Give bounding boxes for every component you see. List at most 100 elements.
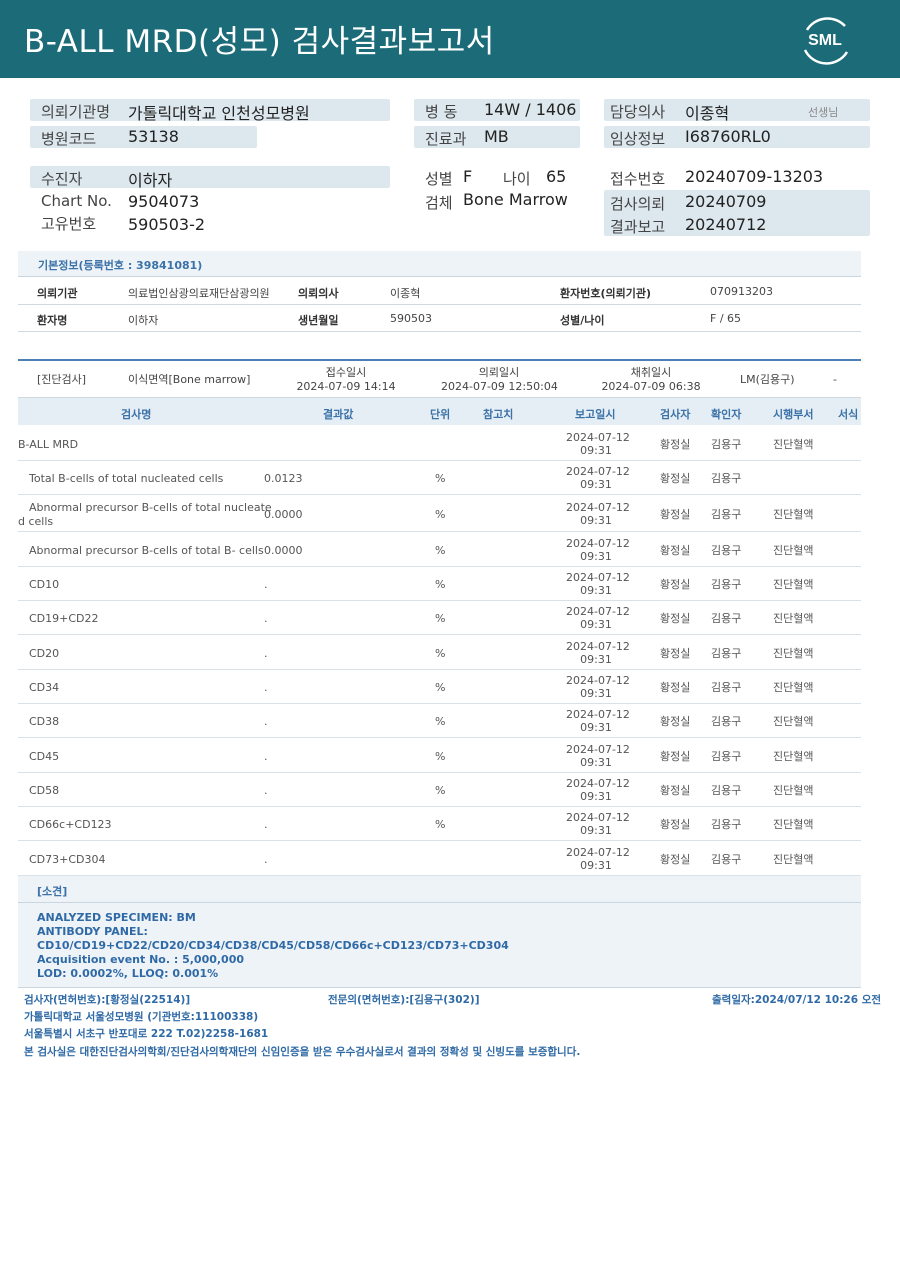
- age-value: 65: [546, 167, 567, 186]
- report-time: 09:31: [580, 549, 612, 563]
- result-value: 20240712: [685, 215, 767, 234]
- unit: %: [435, 681, 446, 694]
- tester: 황정실: [660, 578, 691, 591]
- conclusion-title: [소견]: [37, 885, 68, 898]
- result-value: .: [264, 749, 268, 763]
- col-dept: 시행부서: [773, 408, 814, 421]
- req-inst-label: 의뢰기관명: [41, 103, 111, 121]
- exam-receipt-label: 접수일시: [325, 366, 367, 379]
- ward-label: 병 동: [425, 103, 458, 121]
- patient-label: 수진자: [41, 170, 83, 188]
- basic-inst-value: 의료법인삼광의료재단삼광의원: [128, 287, 270, 300]
- report-time: 09:31: [580, 443, 612, 457]
- report-date: 2024-07-12: [566, 845, 630, 859]
- basic-doc-value: 이종혁: [390, 287, 421, 300]
- conclusion-line: LOD: 0.0002%, LLOQ: 0.001%: [37, 967, 219, 980]
- exam-request: 의뢰일시 2024-07-09 12:50:04: [441, 366, 558, 394]
- report-date: 2024-07-12: [566, 465, 630, 478]
- col-tester: 검사자: [660, 408, 691, 421]
- unit: %: [435, 472, 446, 485]
- report-time: 09:31: [580, 790, 612, 803]
- tester: 황정실: [660, 507, 691, 521]
- footer-address: 서울특별시 서초구 반포대로 222 T.02)2258-1681: [24, 1028, 269, 1040]
- exam-request-label: 의뢰일시: [478, 366, 520, 379]
- col-checker: 확인자: [711, 408, 742, 421]
- result-value: .: [264, 784, 268, 797]
- col-form: 서식: [838, 408, 859, 421]
- basic-birth-label: 생년월일: [298, 314, 339, 327]
- unit: %: [435, 646, 446, 660]
- request-label: 검사의뢰: [610, 195, 666, 213]
- exam-top-rule: [18, 359, 861, 361]
- basic-pno-value: 070913203: [710, 285, 773, 298]
- report-date: 2024-07-12: [566, 500, 630, 514]
- test-name: CD73+CD304: [29, 852, 106, 866]
- report-date: 2024-07-12: [566, 811, 630, 824]
- checker: 김용구: [711, 507, 742, 521]
- test-name: Abnormal precursor B-cells of total B- c…: [29, 543, 264, 557]
- ward-value: 14W / 1406: [484, 100, 577, 119]
- footer-specialist: 전문의(면허번호):[김용구(302)]: [328, 994, 480, 1006]
- test-name: CD66c+CD123: [29, 818, 112, 831]
- patient-pill: [30, 166, 390, 188]
- basic-sexage-label: 성별/나이: [560, 314, 605, 327]
- sex-label: 성별: [425, 170, 453, 188]
- test-name: B-ALL MRD: [18, 437, 79, 451]
- footer-tester: 검사자(면허번호):[황정실(22514)]: [24, 994, 191, 1006]
- unit: %: [435, 784, 446, 797]
- dept-value: MB: [484, 127, 509, 146]
- col-reference: 참고치: [483, 408, 514, 421]
- chart-value: 9504073: [128, 192, 200, 211]
- test-name: CD19+CD22: [29, 612, 99, 625]
- exam-collect: 채취일시 2024-07-09 06:38: [600, 366, 702, 394]
- exam-receipt: 접수일시 2024-07-09 14:14: [296, 366, 396, 394]
- unit: %: [435, 507, 446, 521]
- basic-birth-value: 590503: [390, 312, 432, 325]
- report-date: 2024-07-12: [566, 639, 630, 653]
- tester: 황정실: [660, 681, 691, 694]
- result-value: .: [264, 612, 268, 625]
- result-value: .: [264, 852, 268, 866]
- report-date: 2024-07-12: [566, 536, 630, 550]
- exam-test-name: 이식면역[Bone marrow]: [128, 373, 251, 386]
- footer-certification: 본 검사실은 대한진단검사의학회/진단검사의학재단의 신임인증을 받은 우수검사…: [24, 1046, 581, 1058]
- result-value: 0.0000: [264, 507, 303, 521]
- basic-inst-label: 의뢰기관: [37, 287, 78, 300]
- checker: 김용구: [711, 437, 742, 451]
- dept: 진단혈액: [773, 749, 814, 763]
- tester: 황정실: [660, 543, 691, 557]
- tester: 황정실: [660, 646, 691, 660]
- hosp-code-label: 병원코드: [41, 130, 97, 148]
- unique-value: 590503-2: [128, 215, 206, 234]
- report-time: 09:31: [580, 858, 612, 872]
- unit: %: [435, 749, 446, 763]
- result-value: .: [264, 681, 268, 694]
- sex-value: F: [463, 167, 473, 186]
- conclusion-line: CD10/CD19+CD22/CD20/CD34/CD38/CD45/CD58/…: [37, 939, 509, 952]
- dept: 진단혈액: [773, 852, 814, 866]
- tester: 황정실: [660, 784, 691, 797]
- exam-category: [진단검사]: [37, 373, 87, 386]
- report-date: 2024-07-12: [566, 571, 630, 584]
- hosp-code-value: 53138: [128, 127, 179, 146]
- exam-collect-label: 채취일시: [630, 366, 672, 379]
- test-name: CD10: [29, 578, 60, 591]
- exam-collect-datetime: 2024-07-09 06:38: [601, 380, 701, 393]
- dept: 진단혈액: [773, 646, 814, 660]
- tester: 황정실: [660, 749, 691, 763]
- unit: %: [435, 543, 446, 557]
- report-time: 09:31: [580, 478, 612, 491]
- col-report-date: 보고일시: [575, 408, 616, 421]
- col-test-name: 검사명: [121, 408, 152, 421]
- report-time: 09:31: [580, 721, 612, 734]
- tester: 황정실: [660, 472, 691, 485]
- receipt-value: 20240709-13203: [685, 167, 824, 186]
- conclusion-heading: [소견]: [18, 876, 861, 903]
- request-value: 20240709: [685, 192, 767, 211]
- basic-sexage-value: F / 65: [710, 312, 742, 325]
- basic-info-title: 기본정보(등록번호 : 39841081): [38, 259, 203, 272]
- checker: 김용구: [711, 578, 742, 591]
- result-value: 0.0123: [264, 472, 303, 485]
- basic-doc-label: 의뢰의사: [298, 287, 339, 300]
- report-time: 09:31: [580, 618, 612, 631]
